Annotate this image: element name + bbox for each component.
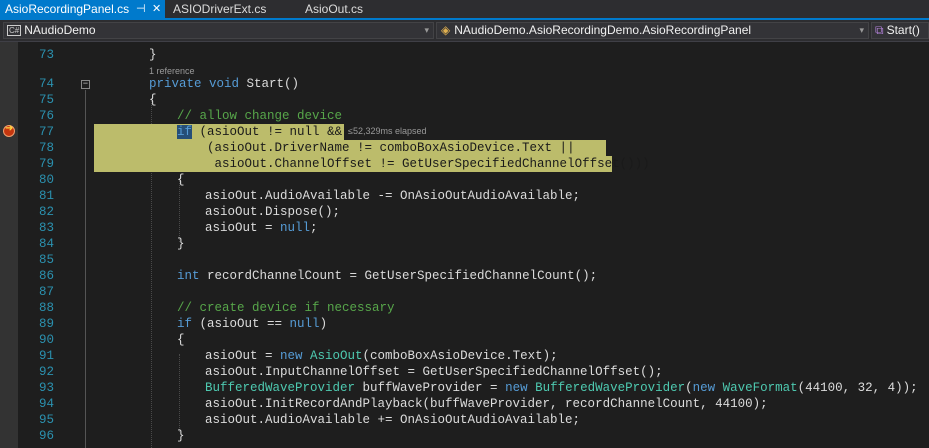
chevron-down-icon: ▾	[424, 25, 429, 35]
line-number: 76	[38, 109, 54, 123]
code-line: BufferedWaveProvider buffWaveProvider = …	[205, 381, 918, 395]
line-number: 83	[38, 221, 54, 235]
code-line: }	[177, 429, 185, 443]
code-editor[interactable]: ➜ 73 74 75 76 77 78 79 80 81 82 83 84 85…	[0, 42, 929, 448]
indent-guide	[179, 354, 180, 432]
member-dropdown[interactable]: ⧉ Start()	[871, 22, 929, 39]
code-line: asioOut.InputChannelOffset = GetUserSpec…	[205, 365, 663, 379]
code-line: {	[177, 173, 185, 187]
tab-label: ASIODriverExt.cs	[173, 2, 267, 16]
line-number: 88	[38, 301, 54, 315]
code-line: }	[177, 237, 185, 251]
code-line: private void Start()	[149, 77, 300, 91]
line-number: 93	[38, 381, 54, 395]
type-scope-dropdown[interactable]: ◈ NAudioDemo.AsioRecordingDemo.AsioRecord…	[436, 22, 869, 39]
tab-label: AsioOut.cs	[305, 2, 364, 16]
csharp-project-icon: C#	[7, 25, 22, 36]
close-icon[interactable]: ✕	[152, 0, 161, 18]
line-number: 75	[38, 93, 54, 107]
project-dropdown[interactable]: C# NAudioDemo ▾	[3, 22, 434, 39]
line-number: 78	[38, 141, 54, 155]
code-line: asioOut.ChannelOffset != GetUserSpecifie…	[177, 157, 650, 171]
member-label: Start()	[886, 23, 920, 37]
breakpoint-icon[interactable]: ➜	[3, 123, 15, 137]
code-line: asioOut.AudioAvailable -= OnAsioOutAudio…	[205, 189, 581, 203]
project-name: NAudioDemo	[24, 23, 96, 37]
tab-asio-driver-ext[interactable]: ASIODriverExt.cs	[168, 0, 298, 18]
line-number: 90	[38, 333, 54, 347]
line-number: 95	[38, 413, 54, 427]
code-comment: // allow change device	[177, 109, 343, 123]
code-line: asioOut = null;	[205, 221, 318, 235]
code-comment: // create device if necessary	[177, 301, 395, 315]
collapse-region-icon[interactable]: −	[81, 80, 90, 89]
code-line: }	[149, 48, 157, 62]
tab-asio-recording-panel[interactable]: AsioRecordingPanel.cs ⊣ ✕	[0, 0, 165, 18]
line-number: 77	[38, 125, 54, 139]
navigation-bar: C# NAudioDemo ▾ ◈ NAudioDemo.AsioRecording…	[0, 20, 929, 42]
code-line: asioOut = new AsioOut(comboBoxAsioDevice…	[205, 349, 558, 363]
chevron-down-icon: ▾	[859, 25, 864, 35]
line-number: 80	[38, 173, 54, 187]
indicator-margin[interactable]	[0, 42, 18, 448]
code-line: asioOut.InitRecordAndPlayback(buffWavePr…	[205, 397, 768, 411]
perf-tip[interactable]: ≤52,329ms elapsed	[348, 125, 430, 138]
line-number: 85	[38, 253, 54, 267]
code-line: {	[149, 93, 157, 107]
line-number: 74	[38, 77, 54, 91]
type-scope-label: NAudioDemo.AsioRecordingDemo.AsioRecordi…	[454, 23, 752, 37]
line-number: 82	[38, 205, 54, 219]
line-number: 89	[38, 317, 54, 331]
tab-label: AsioRecordingPanel.cs	[5, 2, 130, 16]
code-line: asioOut.AudioAvailable += OnAsioOutAudio…	[205, 413, 581, 427]
line-number: 81	[38, 189, 54, 203]
class-icon: ◈	[441, 23, 451, 37]
tab-asio-out[interactable]: AsioOut.cs	[300, 0, 400, 18]
line-number: 91	[38, 349, 54, 363]
current-statement-arrow-icon: ➜	[5, 123, 14, 134]
code-line: if (asioOut != null &&	[177, 125, 343, 139]
line-number: 84	[38, 237, 54, 251]
line-number: 94	[38, 397, 54, 411]
code-line: (asioOut.DriverName != comboBoxAsioDevic…	[177, 141, 575, 155]
code-line: asioOut.Dispose();	[205, 205, 341, 219]
codelens-references[interactable]: 1 reference	[149, 66, 195, 76]
line-number: 96	[38, 429, 54, 443]
outline-guide	[85, 90, 86, 448]
pin-icon[interactable]: ⊣	[136, 0, 146, 18]
code-line: {	[177, 333, 185, 347]
code-line: int recordChannelCount = GetUserSpecifie…	[177, 269, 598, 283]
document-tab-strip: AsioRecordingPanel.cs ⊣ ✕ ASIODriverExt.…	[0, 0, 929, 20]
line-number: 92	[38, 365, 54, 379]
line-number: 79	[38, 157, 54, 171]
code-line: if (asioOut == null)	[177, 317, 328, 331]
line-number: 73	[38, 48, 54, 62]
line-number: 87	[38, 285, 54, 299]
line-number: 86	[38, 269, 54, 283]
method-icon: ⧉	[875, 23, 884, 37]
